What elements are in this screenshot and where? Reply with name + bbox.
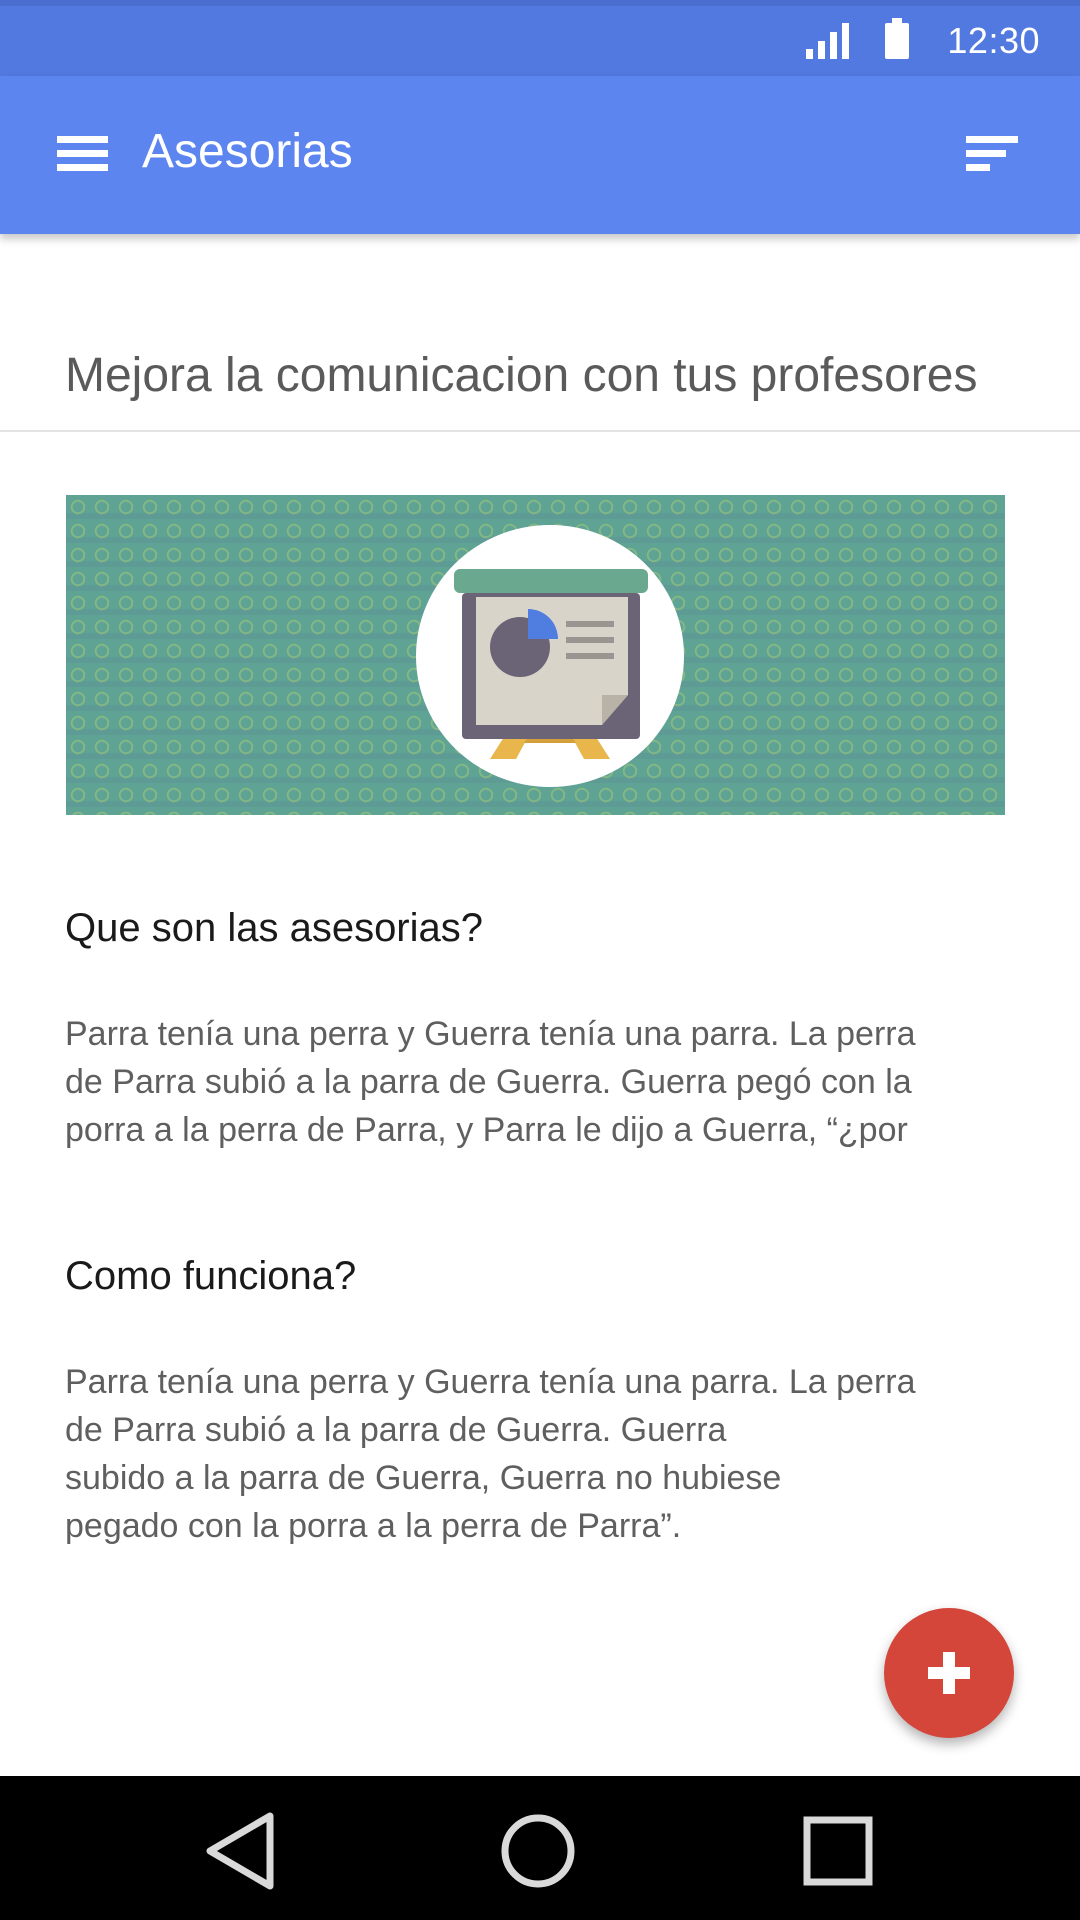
battery-icon xyxy=(885,18,910,59)
signal-icon xyxy=(806,23,850,59)
divider xyxy=(0,430,1080,432)
plus-icon-vertical xyxy=(943,1652,955,1694)
home-icon xyxy=(501,1814,575,1888)
back-icon xyxy=(206,1812,274,1890)
app-title: Asesorias xyxy=(142,125,353,178)
home-button[interactable] xyxy=(493,1806,583,1896)
status-bar: 12:30 xyxy=(0,0,1080,76)
back-button[interactable] xyxy=(196,1806,286,1896)
app-bar: Asesorias xyxy=(0,76,1080,234)
section-title-que-son: Que son las asesorias? xyxy=(65,906,484,950)
screen: 12:30 Asesorias Mejora la comunicacion c… xyxy=(0,0,1080,1920)
navigation-bar xyxy=(0,1776,1080,1920)
recents-icon xyxy=(803,1816,873,1886)
hero-banner xyxy=(66,495,1005,815)
presentation-board-icon xyxy=(454,569,648,759)
recents-button[interactable] xyxy=(793,1806,883,1896)
hero-circle xyxy=(416,525,684,787)
section-body-como-funciona: Parra tenía una perra y Guerra tenía una… xyxy=(65,1363,916,1545)
status-time: 12:30 xyxy=(947,20,1040,61)
section-title-como-funciona: Como funciona? xyxy=(65,1254,357,1298)
section-body-que-son: Parra tenía una perra y Guerra tenía una… xyxy=(65,1015,916,1149)
add-fab-button[interactable] xyxy=(884,1608,1014,1738)
sort-icon[interactable] xyxy=(966,136,1018,172)
page-subheader: Mejora la comunicacion con tus profesore… xyxy=(65,349,978,402)
menu-icon[interactable] xyxy=(57,136,108,172)
